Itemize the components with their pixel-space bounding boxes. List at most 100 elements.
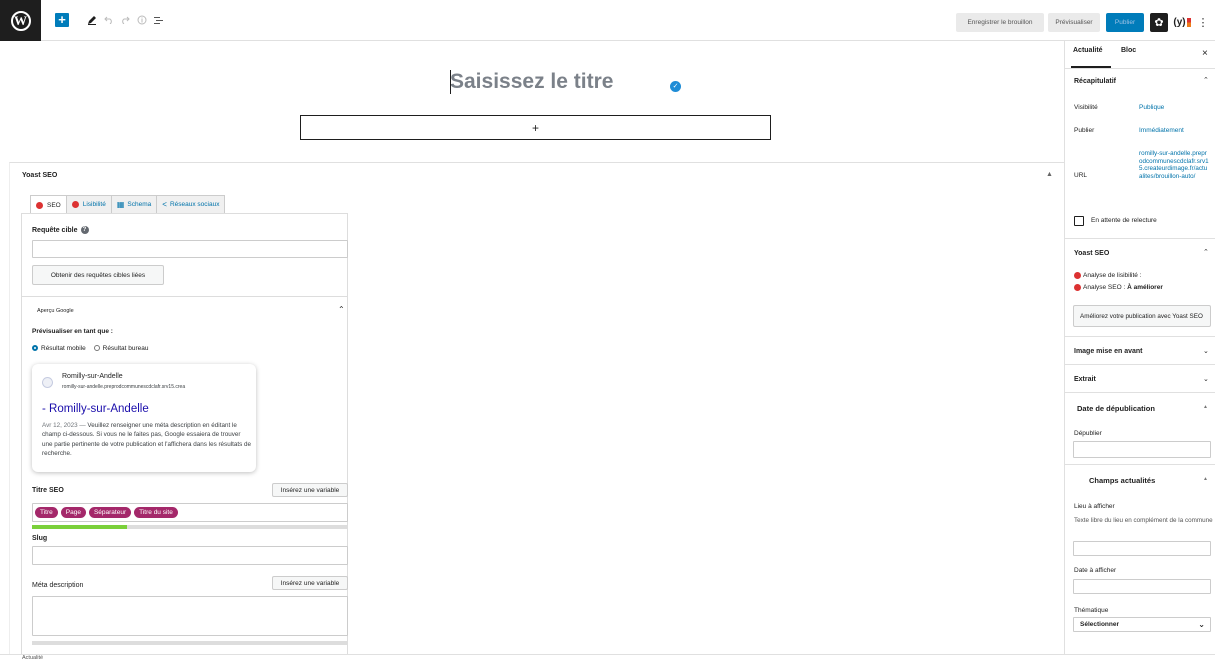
seo-analysis-text: Analyse SEO : bbox=[1083, 284, 1126, 292]
meta-description-label: Méta description bbox=[32, 582, 84, 589]
tools-button[interactable] bbox=[86, 12, 98, 28]
save-draft-button[interactable]: Enregistrer le brouillon bbox=[956, 13, 1044, 32]
red-dot-icon bbox=[71, 201, 79, 208]
info-icon bbox=[137, 15, 147, 25]
unpublish-date-panel: Date de dépublication ▲ Dépublier bbox=[1065, 393, 1215, 465]
text-caret bbox=[450, 70, 451, 94]
undo-icon bbox=[104, 16, 112, 24]
keyphrase-label: Requête cible? bbox=[32, 226, 89, 234]
snippet-title[interactable]: - Romilly-sur-Andelle bbox=[42, 403, 149, 415]
meta-progress-bar bbox=[32, 641, 348, 645]
seo-title-input[interactable]: Titre Page Séparateur Titre du site bbox=[32, 503, 348, 522]
radio-desktop[interactable]: Résultat bureau bbox=[93, 345, 149, 352]
yoast-traffic-light-icon bbox=[1186, 18, 1191, 27]
caret-up-icon[interactable]: ▲ bbox=[1203, 404, 1208, 410]
yoast-sidebar-title[interactable]: Yoast SEO bbox=[1074, 250, 1109, 257]
slug-input[interactable] bbox=[32, 546, 348, 565]
snippet-url: romilly-sur-andelle.preprodcommunescdcla… bbox=[62, 384, 186, 390]
summary-title[interactable]: Récapitulatif bbox=[1074, 78, 1116, 85]
location-input[interactable] bbox=[1073, 541, 1211, 556]
red-dot-icon bbox=[36, 201, 43, 209]
seo-analysis-value: À améliorer bbox=[1127, 284, 1163, 292]
meta-description-input[interactable] bbox=[32, 596, 348, 636]
unpublish-date-input[interactable] bbox=[1073, 441, 1211, 458]
preview-button[interactable]: Prévisualiser bbox=[1048, 13, 1100, 32]
chevron-up-icon[interactable]: ⌃ bbox=[1203, 248, 1209, 256]
check-badge-icon: ✓ bbox=[670, 81, 681, 92]
excerpt-title[interactable]: Extrait bbox=[1074, 376, 1096, 383]
chevron-down-icon[interactable]: ⌄ bbox=[1203, 375, 1209, 383]
more-options-button[interactable]: ⋮ bbox=[1197, 13, 1209, 32]
gear-icon: ✿ bbox=[1154, 17, 1164, 29]
chevron-up-icon[interactable]: ⌃ bbox=[338, 305, 345, 314]
redo-icon bbox=[122, 16, 130, 24]
publish-button[interactable]: Publier bbox=[1106, 13, 1144, 32]
settings-button[interactable]: ✿ bbox=[1150, 13, 1168, 32]
tab-block[interactable]: Bloc bbox=[1121, 47, 1136, 54]
editor-header: W + Enregistrer le brouillon Prévisualis… bbox=[0, 0, 1215, 41]
yoast-sidebar-panel: Yoast SEO ⌃ Analyse de lisibilité : Anal… bbox=[1065, 239, 1215, 337]
visibility-value[interactable]: Publique bbox=[1139, 104, 1164, 111]
tab-readability[interactable]: Lisibilité bbox=[65, 195, 112, 213]
radio-checked-icon bbox=[32, 345, 38, 352]
active-tab-indicator bbox=[1071, 66, 1111, 68]
readability-text: Analyse de lisibilité : bbox=[1083, 272, 1142, 280]
title-pill[interactable]: Titre bbox=[35, 507, 58, 518]
location-label: Lieu à afficher bbox=[1074, 503, 1115, 510]
title-pill[interactable]: Séparateur bbox=[88, 507, 132, 518]
featured-image-title[interactable]: Image mise en avant bbox=[1074, 348, 1142, 355]
details-button[interactable] bbox=[136, 12, 148, 28]
post-title-input[interactable]: Saisissez le titre bbox=[450, 70, 613, 94]
block-appender-button[interactable]: + bbox=[300, 115, 771, 140]
unpublish-date-title[interactable]: Date de dépublication bbox=[1077, 404, 1155, 413]
yoast-tabs: SEO Lisibilité ▦ Schema < Réseaux sociaux bbox=[30, 195, 226, 214]
date-display-input[interactable] bbox=[1073, 579, 1211, 594]
more-icon: ⋮ bbox=[1197, 17, 1209, 29]
pencil-icon bbox=[88, 16, 96, 25]
preview-as-label: Prévisualiser en tant que : bbox=[32, 328, 113, 335]
chevron-up-icon[interactable]: ▲ bbox=[1046, 171, 1053, 178]
insert-variable-button[interactable]: Insérez une variable bbox=[272, 483, 348, 497]
title-pill[interactable]: Titre du site bbox=[134, 507, 178, 518]
settings-sidebar: Actualité Bloc × Récapitulatif ⌃ Visibil… bbox=[1064, 41, 1215, 654]
chevron-up-icon[interactable]: ⌃ bbox=[1203, 76, 1209, 84]
tab-post[interactable]: Actualité bbox=[1073, 47, 1103, 54]
sad-face-icon bbox=[1074, 284, 1081, 291]
help-icon[interactable]: ? bbox=[80, 226, 89, 234]
tab-schema[interactable]: ▦ Schema bbox=[110, 195, 158, 213]
tab-social[interactable]: < Réseaux sociaux bbox=[156, 195, 226, 213]
close-icon[interactable]: × bbox=[1202, 48, 1208, 59]
title-pill[interactable]: Page bbox=[60, 507, 86, 518]
redo-button[interactable] bbox=[119, 12, 131, 28]
yoast-button[interactable]: (y) bbox=[1172, 13, 1192, 32]
grid-icon: ▦ bbox=[116, 200, 125, 209]
add-block-button[interactable]: + bbox=[55, 13, 69, 27]
wordpress-logo-button[interactable]: W bbox=[0, 0, 41, 41]
divider bbox=[22, 296, 347, 297]
radio-mobile[interactable]: Résultat mobile bbox=[32, 345, 86, 352]
improve-yoast-button[interactable]: Améliorez votre publication avec Yoast S… bbox=[1073, 305, 1211, 327]
undo-button[interactable] bbox=[103, 12, 115, 28]
related-keyphrases-button[interactable]: Obtenir des requêtes cibles liées bbox=[32, 265, 164, 285]
publish-label: Publier bbox=[1074, 127, 1095, 134]
list-view-button[interactable] bbox=[153, 12, 165, 28]
news-fields-title[interactable]: Champs actualités bbox=[1089, 476, 1155, 485]
tab-seo[interactable]: SEO bbox=[30, 195, 67, 214]
url-value[interactable]: romilly-sur-andelle.preprodcommunescdcla… bbox=[1139, 150, 1209, 180]
location-help: Texte libre du lieu en complément de la … bbox=[1074, 517, 1213, 524]
theme-select[interactable]: Sélectionner ⌄ bbox=[1073, 617, 1211, 632]
tab-label: Réseaux sociaux bbox=[169, 201, 220, 208]
insert-variable-button[interactable]: Insérez une variable bbox=[272, 576, 348, 590]
date-display-label: Date à afficher bbox=[1074, 567, 1117, 574]
publish-value[interactable]: Immédiatement bbox=[1139, 127, 1184, 134]
plus-icon: + bbox=[58, 12, 66, 27]
keyphrase-input[interactable] bbox=[32, 240, 348, 258]
news-fields-panel: Champs actualités ▲ Lieu à afficher Text… bbox=[1065, 465, 1215, 654]
chevron-down-icon: ⌄ bbox=[1198, 620, 1205, 629]
chevron-down-icon[interactable]: ⌄ bbox=[1203, 347, 1209, 355]
yoast-icon: (y) bbox=[1173, 17, 1186, 28]
breadcrumb[interactable]: Actualité bbox=[22, 655, 43, 661]
caret-up-icon[interactable]: ▲ bbox=[1203, 476, 1208, 482]
pending-review-checkbox[interactable] bbox=[1074, 216, 1084, 226]
snippet-description: Avr 12, 2023 — Veuillez renseigner une m… bbox=[42, 421, 252, 458]
